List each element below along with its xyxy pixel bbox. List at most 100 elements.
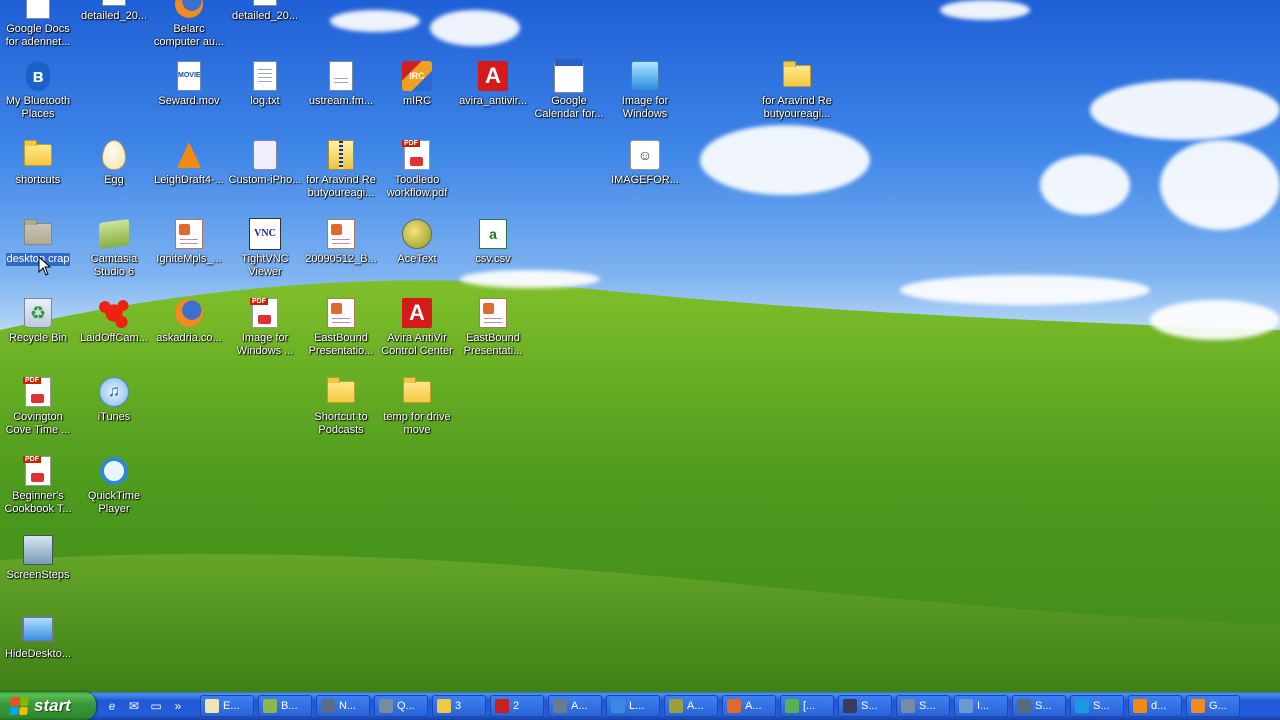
- taskbar-button[interactable]: E...: [200, 695, 254, 717]
- desktop-icon-quicktime[interactable]: QuickTime Player: [76, 455, 152, 516]
- icon-label: Seward.mov: [158, 95, 220, 107]
- notepad-icon: [785, 699, 799, 713]
- desktop-icon-image-for-windows[interactable]: Image for Windows: [607, 60, 683, 121]
- desktop-icon-hidedesktop[interactable]: HideDeskto...: [0, 613, 76, 661]
- icon-label: temp for drive move: [383, 411, 451, 436]
- avira-icon: A: [401, 297, 433, 329]
- icon-label: ScreenSteps: [6, 569, 70, 581]
- desktop-icon-for-aravind-zip[interactable]: for Aravind Re butyoureagi...: [303, 139, 379, 200]
- window-icon: [901, 699, 915, 713]
- settings-icon: [1017, 699, 1031, 713]
- desktop-icon-temp-drive[interactable]: temp for drive move: [379, 376, 455, 437]
- start-button[interactable]: start: [0, 692, 96, 720]
- icon-label: Covington Cove Time ...: [5, 411, 71, 436]
- desktop-icon-eastbound-2[interactable]: EastBound Presentati...: [455, 297, 531, 358]
- desktop-icon-custom-iphone[interactable]: Custom-iPho...: [227, 139, 303, 187]
- taskbar-button[interactable]: 2: [490, 695, 544, 717]
- desktop-icon-bluetooth[interactable]: ʙ My Bluetooth Places: [0, 60, 76, 121]
- taskbar-button[interactable]: L...: [606, 695, 660, 717]
- desktop-icon-log[interactable]: log.txt: [227, 60, 303, 108]
- taskbar-button[interactable]: B...: [258, 695, 312, 717]
- icon-label: detailed_20...: [231, 10, 299, 22]
- ie-icon: [611, 699, 625, 713]
- folder-icon: [22, 218, 54, 250]
- taskbar-button-label: 2: [513, 700, 520, 712]
- desktop-icon-google-docs[interactable]: Google Docs for adennet...: [0, 0, 76, 49]
- icon-label: Beginner's Cookbook T...: [4, 490, 72, 515]
- taskbar-button[interactable]: 3: [432, 695, 486, 717]
- desktop-icon-shortcut-podcasts[interactable]: Shortcut to Podcasts: [303, 376, 379, 437]
- desktop-icon-camtasia[interactable]: Camtasia Studio 6: [76, 218, 152, 279]
- skype-icon: [1075, 699, 1089, 713]
- desktop-icon-ustream[interactable]: ustream.fm...: [303, 60, 379, 108]
- taskbar-button-label: G...: [1209, 700, 1227, 712]
- cloud: [430, 10, 520, 46]
- desktop-icon-image-for-windows-pdf[interactable]: Image for Windows ...: [227, 297, 303, 358]
- desktop-icon-beginners[interactable]: Beginner's Cookbook T...: [0, 455, 76, 516]
- desktop-icon-ignitempls[interactable]: IgniteMpls_...: [151, 218, 227, 266]
- icon-label: QuickTime Player: [87, 490, 141, 515]
- desktop-icon-shortcuts[interactable]: shortcuts: [0, 139, 76, 187]
- pdf-icon: [22, 455, 54, 487]
- desktop-icon-recycle-bin[interactable]: ♻ Recycle Bin: [0, 297, 76, 345]
- icon-label: TightVNC Viewer: [241, 253, 289, 278]
- taskbar-button[interactable]: S...: [1070, 695, 1124, 717]
- desktop-icon-20090512[interactable]: 20090512_B...: [303, 218, 379, 266]
- desktop-icon-leighdraft[interactable]: LeighDraft4-...: [151, 139, 227, 187]
- camtasia-icon: [98, 218, 130, 250]
- desktop-icon-mirc[interactable]: IRC mIRC: [379, 60, 455, 108]
- taskbar-button[interactable]: I...: [954, 695, 1008, 717]
- cloud: [1150, 300, 1280, 340]
- taskbar-button[interactable]: G...: [1186, 695, 1240, 717]
- icon-label: Belarc computer au...: [153, 23, 225, 48]
- taskbar-button[interactable]: S...: [1012, 695, 1066, 717]
- desktop-icon-csv[interactable]: a csv.csv: [455, 218, 531, 266]
- desktop-icon-tightvnc[interactable]: VNC TightVNC Viewer: [227, 218, 303, 279]
- icon-label: Google Docs for adennet...: [5, 23, 71, 48]
- cloud: [900, 275, 1150, 305]
- desktop-icon-acetext[interactable]: AceText: [379, 218, 455, 266]
- taskbar-button[interactable]: S...: [838, 695, 892, 717]
- taskbar-button[interactable]: [...: [780, 695, 834, 717]
- desktop-icon-avira-antivir[interactable]: A avira_antivir...: [455, 60, 531, 108]
- desktop-icon-detailed-1[interactable]: detailed_20...: [76, 0, 152, 23]
- egg-icon: [98, 139, 130, 171]
- desktop-icon-for-aravind[interactable]: for Aravind Re butyoureagi...: [759, 60, 835, 121]
- desktop-icon-eastbound-1[interactable]: EastBound Presentatio...: [303, 297, 379, 358]
- taskbar-button[interactable]: A...: [548, 695, 602, 717]
- recycle-bin-icon: ♻: [22, 297, 54, 329]
- icon-label: ustream.fm...: [308, 95, 374, 107]
- desktop-icon-askadria[interactable]: askadria.co...: [151, 297, 227, 345]
- cloud: [1090, 80, 1280, 140]
- desktop-icon-toodledo[interactable]: Toodledo workflow.pdf: [379, 139, 455, 200]
- ie-icon[interactable]: e: [104, 698, 120, 714]
- desktop-icon-imagefor[interactable]: ☺ IMAGEFOR...: [607, 139, 683, 187]
- bluetooth-icon: ʙ: [22, 60, 54, 92]
- taskbar-button[interactable]: N...: [316, 695, 370, 717]
- show-desktop-icon[interactable]: ▭: [148, 698, 164, 714]
- desktop-icon-laidoffcam[interactable]: LaidOffCam...: [76, 297, 152, 345]
- image-icon: [959, 699, 973, 713]
- web-document-icon: [325, 60, 357, 92]
- taskbar-button[interactable]: Q...: [374, 695, 428, 717]
- outlook-icon[interactable]: ✉: [126, 698, 142, 714]
- taskbar-button[interactable]: A...: [664, 695, 718, 717]
- desktop-icon-google-calendar[interactable]: Google Calendar for...: [531, 59, 607, 121]
- image-for-windows-icon: [629, 60, 661, 92]
- overflow-chevron-icon[interactable]: »: [170, 698, 186, 714]
- pdf-icon: [401, 139, 433, 171]
- taskbar-button[interactable]: S...: [896, 695, 950, 717]
- desktop-icon-belarc[interactable]: Belarc computer au...: [151, 0, 227, 49]
- taskbar-button[interactable]: A...: [722, 695, 776, 717]
- folder-icon: [437, 699, 451, 713]
- desktop-icon-covington[interactable]: Covington Cove Time ...: [0, 376, 76, 437]
- taskbar-button[interactable]: d...: [1128, 695, 1182, 717]
- desktop-icon-egg[interactable]: Egg: [76, 139, 152, 187]
- filezilla-icon: [495, 699, 509, 713]
- desktop[interactable]: Google Docs for adennet... detailed_20..…: [0, 0, 1280, 692]
- desktop-icon-seward[interactable]: MOVIE Seward.mov: [151, 60, 227, 108]
- desktop-icon-detailed-2[interactable]: detailed_20...: [227, 0, 303, 23]
- desktop-icon-screensteps[interactable]: ScreenSteps: [0, 534, 76, 582]
- desktop-icon-itunes[interactable]: ♫ iTunes: [76, 376, 152, 424]
- desktop-icon-avira-control[interactable]: A Avira AntiVir Control Center: [379, 297, 455, 358]
